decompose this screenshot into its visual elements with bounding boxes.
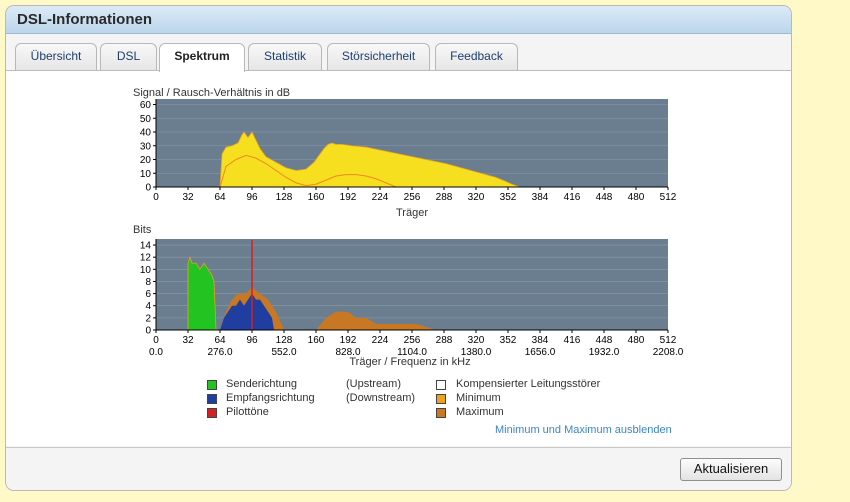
refresh-button[interactable]: Aktualisieren [680, 458, 782, 481]
bits-freq-label: 552.0 [271, 347, 296, 358]
snr-xtick-label: 512 [660, 192, 677, 203]
tab-uebersicht[interactable]: Übersicht [15, 43, 97, 70]
snr-xtick-label: 416 [564, 192, 581, 203]
tab-bar: Übersicht DSL Spektrum Statistik Störsic… [6, 34, 791, 72]
footer-bar: Aktualisieren [6, 447, 791, 490]
bits-xtick-label: 224 [372, 335, 389, 346]
bits-ytick-label: 4 [145, 301, 151, 312]
snr-xtick-label: 352 [500, 192, 517, 203]
bits-xtick-label: 320 [468, 335, 485, 346]
snr-xtick-label: 384 [532, 192, 549, 203]
bits-freq-label: 1656.0 [525, 347, 556, 358]
bits-freq-label: 0.0 [149, 347, 163, 358]
bits-freq-label: 276.0 [207, 347, 232, 358]
snr-xtick-label: 320 [468, 192, 485, 203]
snr-xtick-label: 160 [308, 192, 325, 203]
tab-statistik[interactable]: Statistik [248, 43, 322, 70]
bits-xtick-label: 128 [276, 335, 293, 346]
bits-xtick-label: 352 [500, 335, 517, 346]
snr-xtick-label: 480 [628, 192, 645, 203]
snr-ytick-label: 50 [140, 114, 152, 125]
snr-ytick-label: 40 [140, 128, 152, 139]
tab-feedback[interactable]: Feedback [435, 43, 518, 70]
legend-downstream-dir: (Downstream) [346, 392, 416, 404]
snr-ytick-label: 10 [140, 169, 152, 180]
toggle-min-max-link[interactable]: Minimum und Maximum ausblenden [495, 424, 672, 436]
dsl-info-panel: DSL-Informationen Übersicht DSL Spektrum… [5, 5, 792, 491]
bits-ytick-label: 12 [140, 253, 152, 264]
bits-xtick-label: 288 [436, 335, 453, 346]
bits-ytick-label: 2 [145, 313, 151, 324]
snr-xtick-label: 192 [340, 192, 357, 203]
legend-compensated-swatch [436, 380, 446, 390]
bits-ytick-label: 6 [145, 289, 151, 300]
snr-xtick-label: 224 [372, 192, 389, 203]
snr-yticks: 60 50 40 30 20 10 0 [140, 100, 156, 194]
legend-upstream-label: Senderichtung [226, 378, 297, 390]
snr-ylabel: Signal / Rausch-Verhältnis in dB [133, 87, 290, 99]
bits-xtick-label: 96 [246, 335, 258, 346]
snr-ytick-label: 30 [140, 141, 152, 152]
bits-freq-label: 2208.0 [653, 347, 684, 358]
spectrum-content: Signal / Rausch-Verhältnis in dB 60 50 40 3… [6, 71, 791, 446]
snr-ytick-label: 60 [140, 100, 152, 111]
title-bar: DSL-Informationen [6, 6, 791, 34]
snr-xlabel: Träger [396, 207, 428, 219]
bits-xtick-label: 448 [596, 335, 613, 346]
legend-downstream-swatch [207, 394, 217, 404]
bits-xtick-label: 256 [404, 335, 421, 346]
snr-xtick-label: 256 [404, 192, 421, 203]
bits-ytick-label: 10 [140, 265, 152, 276]
bits-xtick-label: 512 [660, 335, 677, 346]
bits-ytick-label: 14 [140, 241, 152, 252]
snr-xticks: 0 32 64 96 128 160 192 224 256 288 320 352 384 416 448… [153, 187, 677, 203]
bits-xtick-label: 384 [532, 335, 549, 346]
tab-dsl[interactable]: DSL [100, 43, 157, 70]
snr-ytick-label: 0 [145, 183, 151, 194]
legend-upstream-dir: (Upstream) [346, 378, 402, 390]
bits-freq-label: 1932.0 [589, 347, 620, 358]
legend-maximum-swatch [436, 408, 446, 418]
legend-compensated-label: Kompensierter Leitungsstörer [456, 378, 601, 390]
legend-minimum-label: Minimum [456, 392, 501, 404]
bits-xtick-label: 416 [564, 335, 581, 346]
bits-xtick-label: 480 [628, 335, 645, 346]
legend-downstream-label: Empfangsrichtung [226, 392, 315, 404]
bits-xtick-label: 160 [308, 335, 325, 346]
snr-xtick-label: 32 [182, 192, 194, 203]
bits-xtick-label: 192 [340, 335, 357, 346]
legend-minimum-swatch [436, 394, 446, 404]
bits-xticks: 0 32 64 96 128 160 192 224 256 288 320 352 384 416 448… [153, 330, 677, 346]
snr-xtick-label: 448 [596, 192, 613, 203]
snr-xtick-label: 64 [214, 192, 226, 203]
legend-pilot-label: Pilottöne [226, 406, 269, 418]
legend-upstream-swatch [207, 380, 217, 390]
bits-xtick-label: 64 [214, 335, 226, 346]
snr-ytick-label: 20 [140, 155, 152, 166]
page-title: DSL-Informationen [17, 11, 152, 28]
snr-xtick-label: 0 [153, 192, 159, 203]
bits-xlabel: Träger / Frequenz in kHz [349, 356, 470, 368]
bits-xtick-label: 0 [153, 335, 159, 346]
legend-pilot-swatch [207, 408, 217, 418]
bits-xtick-label: 32 [182, 335, 194, 346]
tab-stoersicherheit[interactable]: Störsicherheit [327, 43, 430, 70]
snr-xtick-label: 128 [276, 192, 293, 203]
bits-ytick-label: 8 [145, 277, 151, 288]
snr-xtick-label: 96 [246, 192, 258, 203]
snr-xtick-label: 288 [436, 192, 453, 203]
tab-spektrum[interactable]: Spektrum [159, 43, 245, 72]
bits-yticks: 1412108642 0 [140, 241, 156, 337]
legend-maximum-label: Maximum [456, 406, 504, 418]
bits-ylabel: Bits [133, 224, 152, 236]
bits-ytick-label: 0 [145, 326, 151, 337]
